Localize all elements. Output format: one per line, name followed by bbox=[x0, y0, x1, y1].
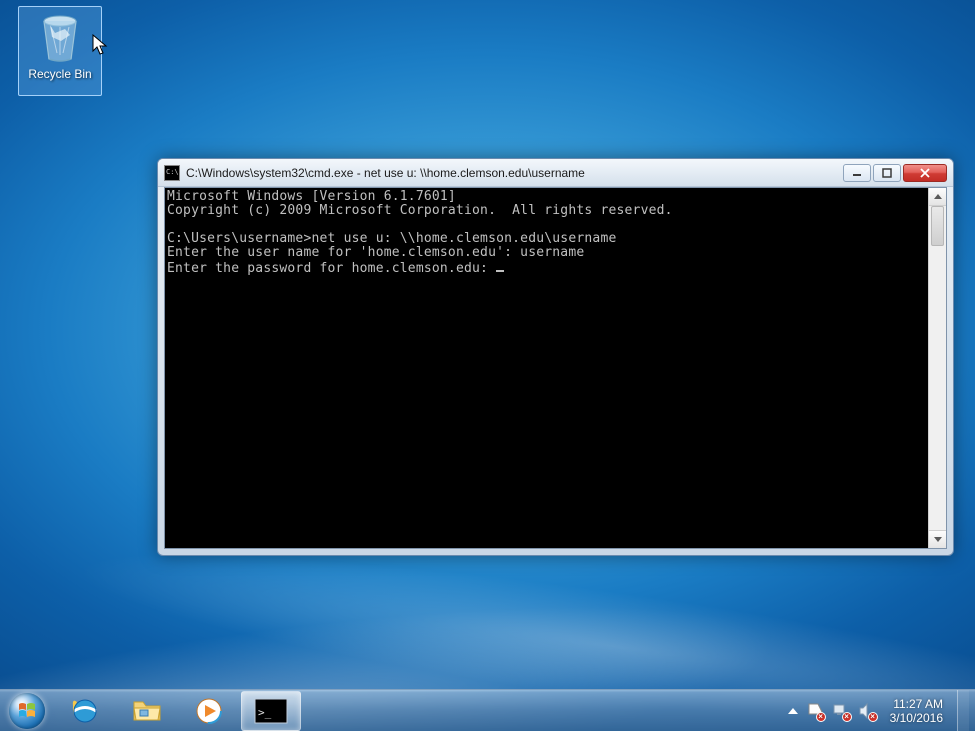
cmd-icon: >_ bbox=[254, 698, 288, 724]
close-button[interactable] bbox=[903, 164, 947, 182]
taskbar-clock[interactable]: 11:27 AM 3/10/2016 bbox=[884, 697, 949, 725]
svg-text:>_: >_ bbox=[258, 706, 272, 719]
tray-volume-icon[interactable]: × bbox=[858, 702, 876, 720]
scroll-down-button[interactable] bbox=[929, 530, 946, 548]
media-player-icon bbox=[194, 696, 224, 726]
tray-network-icon[interactable]: × bbox=[832, 702, 850, 720]
taskbar-item-explorer[interactable] bbox=[117, 691, 177, 731]
folder-icon bbox=[132, 698, 162, 724]
window-titlebar[interactable]: C:\Windows\system32\cmd.exe - net use u:… bbox=[158, 159, 953, 187]
recycle-bin-icon bbox=[37, 13, 83, 63]
desktop[interactable]: Recycle Bin C:\Windows\system32\cmd.exe … bbox=[0, 0, 975, 731]
internet-explorer-icon bbox=[70, 696, 100, 726]
cmd-window[interactable]: C:\Windows\system32\cmd.exe - net use u:… bbox=[157, 158, 954, 556]
windows-orb-icon bbox=[9, 693, 45, 729]
taskbar[interactable]: >_ × × × bbox=[0, 689, 975, 731]
desktop-icon-label: Recycle Bin bbox=[19, 67, 101, 81]
cmd-system-icon[interactable] bbox=[164, 165, 180, 181]
clock-date: 3/10/2016 bbox=[890, 711, 943, 725]
cmd-client-area: Microsoft Windows [Version 6.1.7601] Cop… bbox=[164, 187, 947, 549]
tray-action-center-icon[interactable]: × bbox=[806, 702, 824, 720]
scroll-up-button[interactable] bbox=[929, 188, 946, 206]
terminal-line: Copyright (c) 2009 Microsoft Corporation… bbox=[167, 203, 673, 218]
system-tray: × × × 11:27 AM 3/10/2016 bbox=[782, 690, 975, 731]
window-title: C:\Windows\system32\cmd.exe - net use u:… bbox=[186, 166, 843, 180]
window-controls bbox=[843, 164, 947, 182]
terminal-line: C:\Users\username>net use u: \\home.clem… bbox=[167, 231, 617, 246]
minimize-button[interactable] bbox=[843, 164, 871, 182]
taskbar-item-ie[interactable] bbox=[55, 691, 115, 731]
terminal-line: Enter the password for home.clemson.edu: bbox=[167, 261, 496, 276]
start-button[interactable] bbox=[0, 690, 54, 731]
terminal-line: Enter the user name for 'home.clemson.ed… bbox=[167, 245, 584, 260]
show-hidden-icons-button[interactable] bbox=[788, 708, 798, 714]
taskbar-item-cmd[interactable]: >_ bbox=[241, 691, 301, 731]
maximize-button[interactable] bbox=[873, 164, 901, 182]
desktop-icon-recycle-bin[interactable]: Recycle Bin bbox=[18, 6, 102, 96]
taskbar-item-media-player[interactable] bbox=[179, 691, 239, 731]
terminal-cursor bbox=[496, 260, 504, 272]
scrollbar-thumb[interactable] bbox=[931, 206, 944, 246]
clock-time: 11:27 AM bbox=[890, 697, 943, 711]
terminal-line: Microsoft Windows [Version 6.1.7601] bbox=[167, 189, 456, 204]
show-desktop-button[interactable] bbox=[957, 690, 969, 731]
vertical-scrollbar[interactable] bbox=[928, 188, 946, 548]
terminal-output[interactable]: Microsoft Windows [Version 6.1.7601] Cop… bbox=[165, 188, 928, 548]
